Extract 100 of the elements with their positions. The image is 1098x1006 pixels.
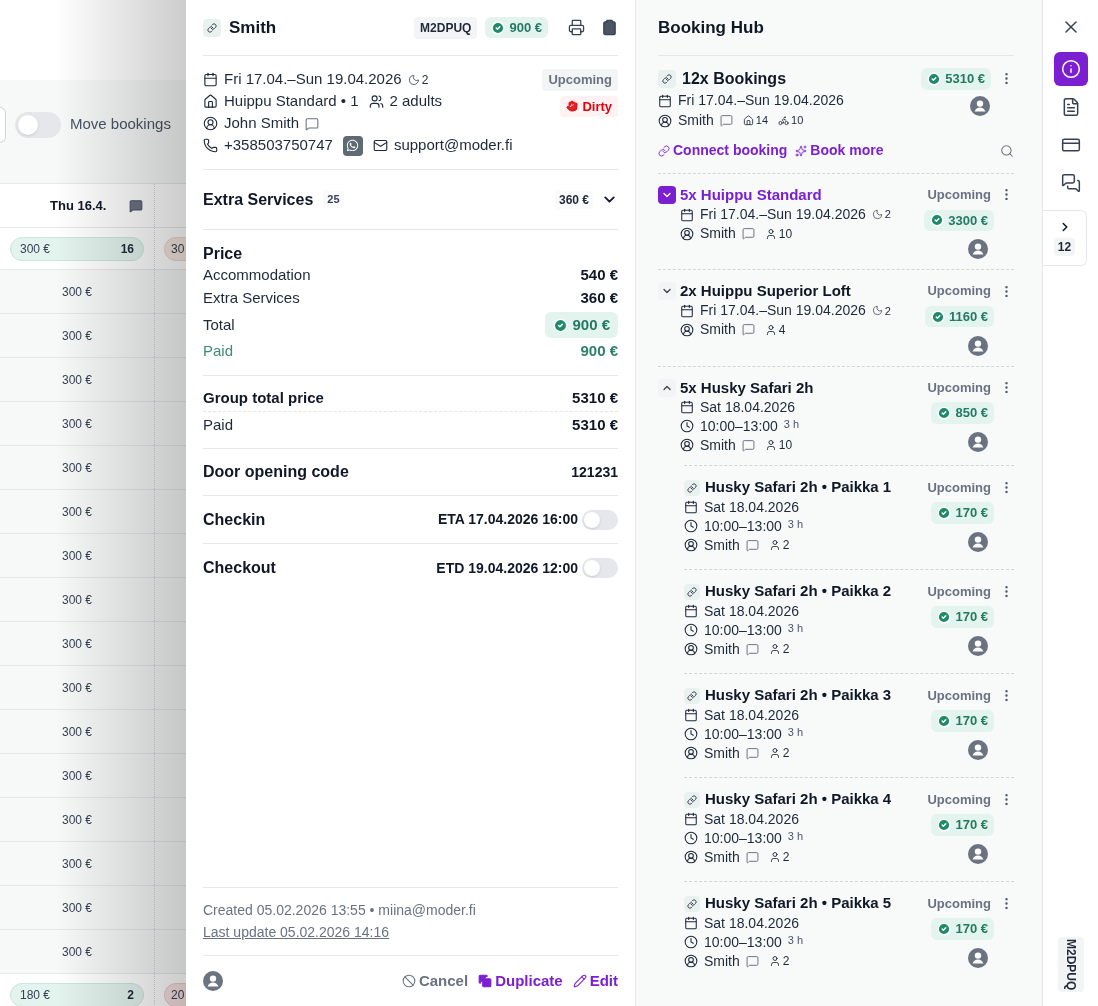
clock-icon [684,935,698,949]
amount-text: 170 € [955,920,988,938]
cancel-button[interactable]: Cancel [401,969,469,993]
booking-time: 10:00–13:00 [700,416,778,436]
user-icon [684,850,698,864]
night-count: 2 [884,207,891,223]
price-value: 360 € [580,288,618,309]
duration: 3 h [787,724,804,740]
booking-status: Upcoming [542,69,618,91]
duration: 3 h [783,416,800,432]
expand-toggle[interactable] [658,378,676,397]
email-address: support@moder.fi [393,135,513,156]
availability-count: 16 [120,240,134,258]
duration: 3 h [787,620,804,636]
rate-chip[interactable]: 300 € 16 [10,236,144,261]
expand-toggle[interactable] [658,186,676,204]
people-count: 2 [782,641,790,658]
amount-text: 900 € [572,314,610,335]
person-icon [764,227,777,240]
comment-icon [745,746,759,760]
info-icon[interactable] [1053,52,1088,86]
table-cell-text: 300 € [62,459,92,477]
whatsapp-icon[interactable] [342,135,363,156]
duplicate-button[interactable]: Duplicate [478,969,563,993]
user-icon [680,322,694,337]
section-title: Price [203,244,244,264]
user-icon [203,116,218,131]
calendar-icon [203,72,218,87]
booking-status: Upcoming [927,894,991,913]
duration: 3 h [787,828,804,844]
price-label: Extra Services [203,288,300,309]
people-count: 10 [778,437,793,454]
booking-date: Sat 18.04.2026 [704,601,799,621]
edit-button[interactable]: Edit [572,969,618,993]
input-field[interactable] [0,106,6,143]
pencil-icon [572,974,587,988]
booking-time: 10:00–13:00 [704,620,782,640]
booking-time: 10:00–13:00 [704,932,782,952]
avatar-icon [968,947,988,968]
person-icon [768,955,781,967]
table-cell-text: 300 € [62,679,92,697]
calendar-icon [684,916,698,930]
hub-title: Booking Hub [658,16,764,39]
check-icon [937,505,952,520]
user-icon [684,538,698,552]
search-icon[interactable] [1000,143,1014,158]
check-icon [553,317,569,333]
phone-number: +358503750747 [224,135,333,156]
avatar-icon [968,739,988,760]
section-title: Extra Services [203,189,314,210]
check-icon [937,713,952,728]
duration: 3 h [787,516,804,532]
rate-chip[interactable]: 180 € 2 [10,982,144,1006]
price-label: Paid [203,415,234,436]
book-more-link[interactable]: Book more [795,140,884,161]
check-icon [937,817,952,832]
booking-status: Upcoming [927,478,991,497]
rate-chip[interactable]: 30 [164,236,186,261]
expand-toggle[interactable] [658,282,676,301]
people-count: 2 [782,953,790,970]
check-icon [930,309,945,324]
person-icon [768,539,781,551]
link-icon [684,583,700,600]
check-icon [927,71,942,86]
calendar-icon [680,400,694,414]
guest-name: Smith [700,435,736,455]
price-text: 300 € [20,240,51,258]
calendar-icon [680,303,694,318]
people-count: 2 [782,537,790,554]
avatar-icon [968,239,988,260]
booking-status: Upcoming [927,186,991,204]
phone-icon [203,138,218,153]
toggle-switch[interactable] [582,509,618,530]
user-icon [684,642,698,656]
people-count: 2 [782,849,790,866]
people-count: 10 [778,225,793,243]
calendar-icon [684,812,698,826]
check-icon [937,609,952,624]
print-icon[interactable] [568,19,585,36]
table-cell-text: 300 € [62,283,92,301]
person-icon [764,439,777,451]
toggle-switch[interactable] [582,558,618,578]
link-icon [684,687,700,704]
comment-icon [129,198,143,213]
toggle-switch[interactable] [15,111,61,138]
clipboard-icon[interactable] [601,19,618,36]
table-cell-text: 300 € [62,503,92,521]
booking-title: Husky Safari 2h • Paikka 2 [705,581,892,602]
collapse-tab[interactable]: 12 [1043,210,1087,266]
amount-text: 170 € [955,712,988,730]
last-update-link[interactable]: Last update 05.02.2026 14:16 [203,922,390,943]
avatar-icon [968,431,988,452]
price-text: 20 [171,986,185,1004]
link-icon [684,895,700,912]
mail-icon [372,138,388,153]
link-icon [658,70,676,88]
clock-icon [684,623,698,637]
connect-booking-link[interactable]: Connect booking [658,140,788,161]
price-value: 900 € [580,341,618,362]
rate-chip[interactable]: 20 [164,982,186,1006]
